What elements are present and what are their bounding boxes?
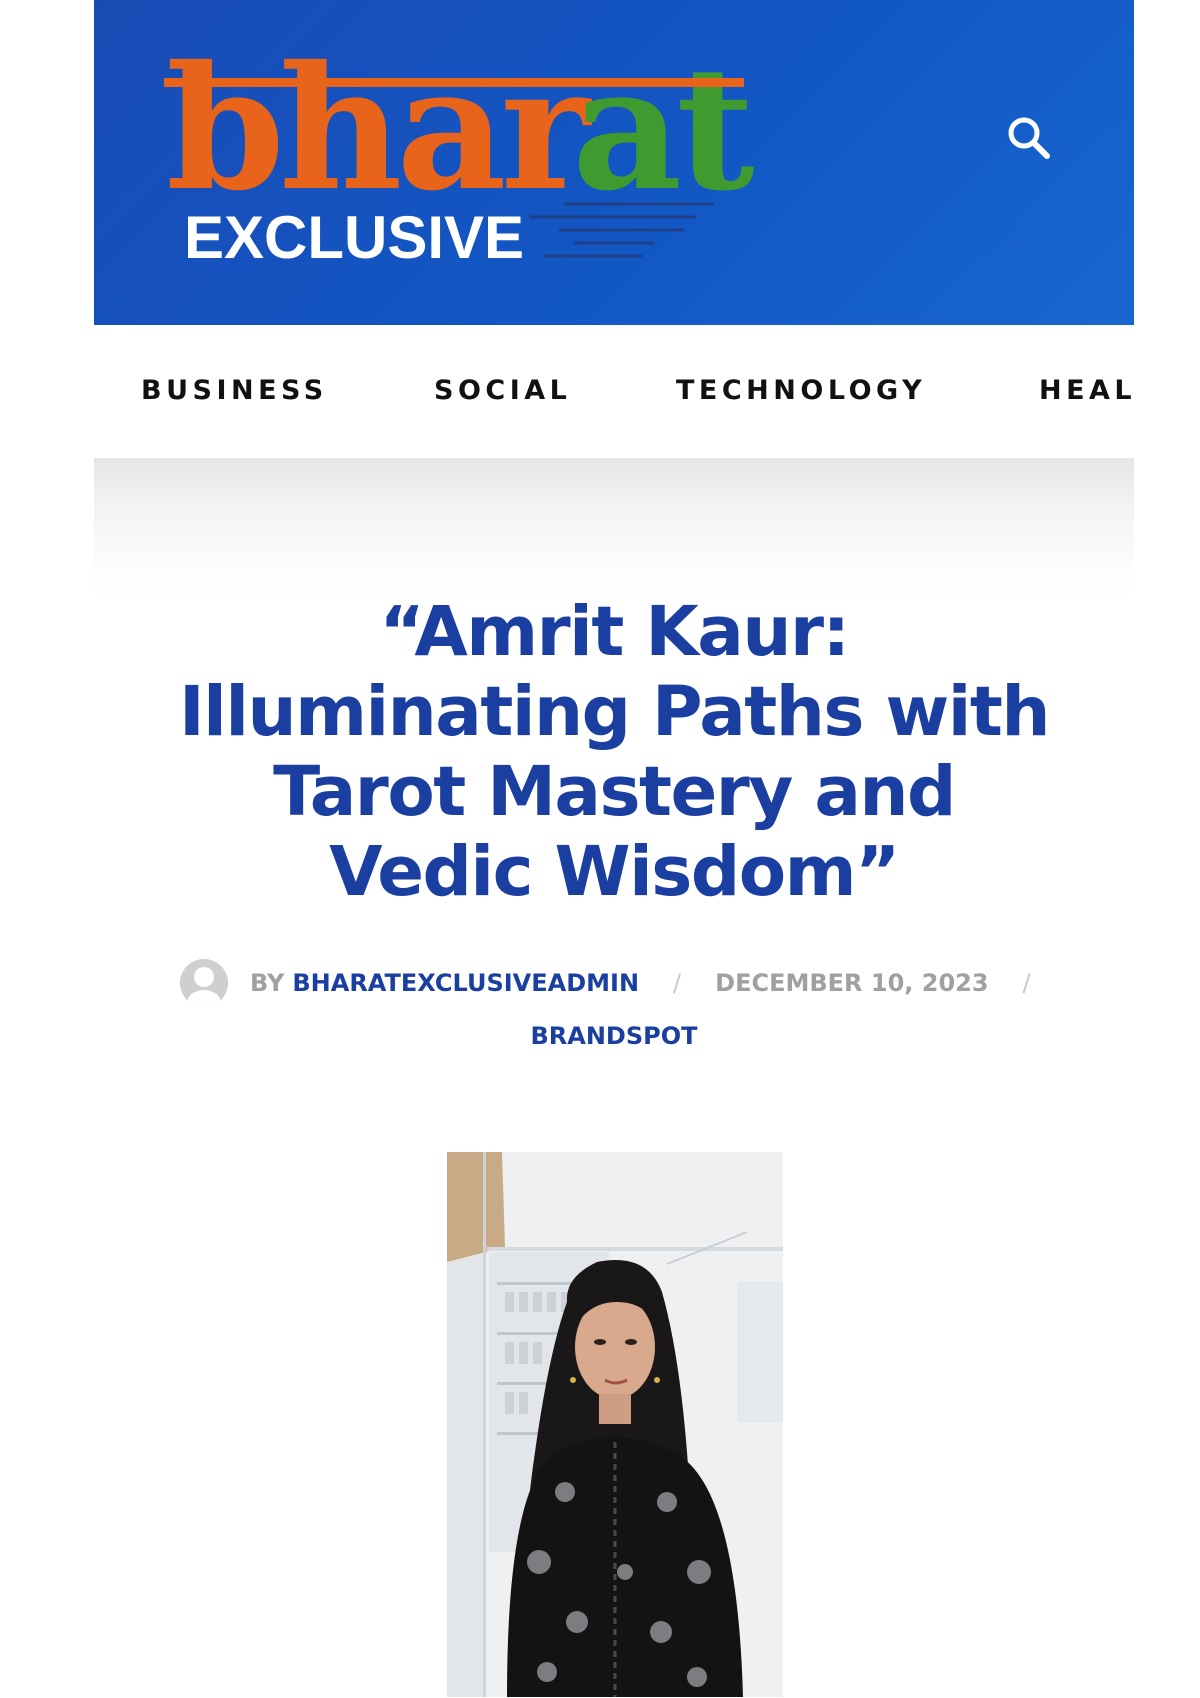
meta-separator: / [673, 969, 682, 997]
logo-headline-bar [164, 78, 744, 87]
site-header: bhar at EXCLUSIVE [94, 0, 1134, 325]
article-title: “Amrit Kaur: Illuminating Paths with Tar… [94, 592, 1134, 912]
search-button[interactable] [1001, 110, 1057, 166]
nav-item-business[interactable]: BUSINESS [141, 375, 328, 406]
user-avatar-icon[interactable] [180, 959, 228, 1007]
nav-item-technology[interactable]: TECHNOLOGY [676, 375, 926, 406]
category-link[interactable]: BRANDSPOT [94, 1022, 1134, 1050]
nav-item-health[interactable]: HEAL [1039, 375, 1134, 406]
main-navigation: BUSINESS SOCIAL TECHNOLOGY HEAL [94, 325, 1134, 458]
article-meta: BY BHARATEXCLUSIVEADMIN / DECEMBER 10, 2… [180, 955, 1065, 1011]
nav-item-social[interactable]: SOCIAL [434, 375, 571, 406]
article-title-line: Tarot Mastery and [273, 752, 956, 832]
meta-separator: / [1022, 969, 1031, 997]
search-icon [1008, 117, 1050, 159]
meta-by-label: BY [250, 969, 285, 997]
article-title-line: “Amrit Kaur: [379, 592, 850, 672]
article-featured-image [447, 1152, 783, 1697]
article-title-line: Vedic Wisdom” [329, 832, 900, 912]
publish-date: DECEMBER 10, 2023 [715, 969, 989, 997]
logo-text-at: at [572, 29, 754, 229]
author-link[interactable]: BHARATEXCLUSIVEADMIN [292, 969, 639, 997]
logo-text-exclusive: EXCLUSIVE [184, 204, 524, 271]
header-shadow-band [94, 458, 1134, 598]
site-logo[interactable]: bhar at EXCLUSIVE [94, 0, 794, 325]
logo-text-bhar: bhar [166, 29, 593, 229]
article-title-line: Illuminating Paths with [179, 672, 1050, 752]
